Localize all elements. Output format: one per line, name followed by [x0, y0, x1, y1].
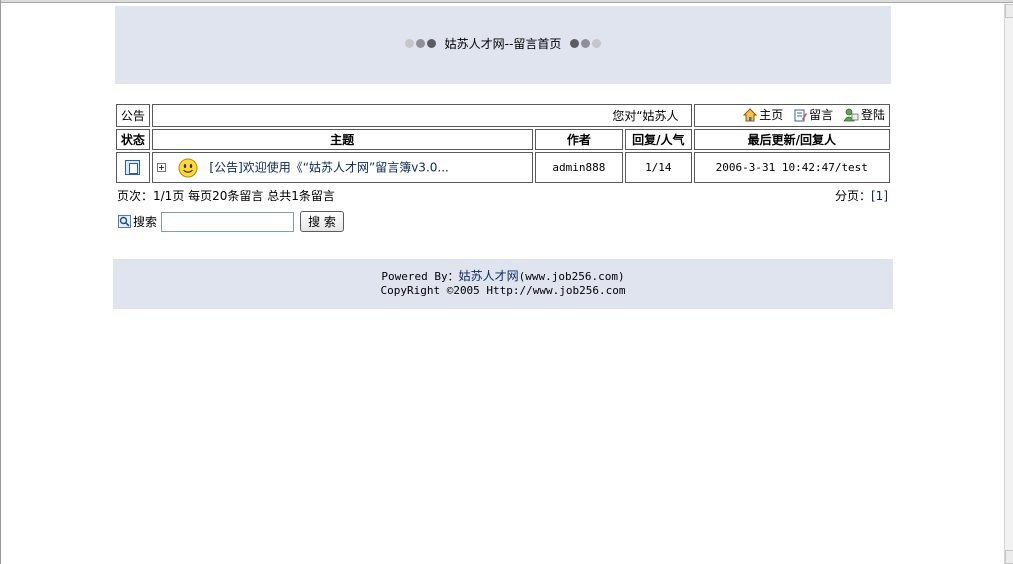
topic-link[interactable]: [公告]欢迎使用《“姑苏人才网”留言簿v3.0...: [209, 160, 448, 174]
pager-pages: 分页：[1]: [760, 187, 888, 204]
nav-home-link[interactable]: 主页: [743, 106, 783, 123]
nav-compose-label: 留言: [809, 108, 834, 123]
page-title: 姑苏人才网--留言首页: [444, 36, 562, 51]
scroll-up-button[interactable]: [1005, 4, 1013, 18]
announcement-bar: 公告 您对“姑苏人 主页 留言 登陆: [116, 104, 890, 127]
dot-icon: [426, 38, 436, 48]
column-header-topic: 主题: [151, 129, 533, 150]
status-cell: [116, 152, 150, 183]
home-icon: [743, 108, 758, 122]
vertical-scrollbar[interactable]: [1004, 4, 1013, 564]
compose-icon: [794, 109, 808, 122]
nav-login-label: 登陆: [860, 108, 885, 123]
announcement-marquee: 您对“姑苏人: [151, 104, 692, 127]
nav-login-link[interactable]: 登陆: [843, 106, 885, 123]
powered-prefix: Powered By：: [381, 270, 459, 283]
column-header-last-update: 最后更新/回复人: [693, 129, 890, 150]
footer-powered: Powered By：姑苏人才网(www.job256.com): [113, 267, 893, 284]
search-label: 搜索: [133, 215, 158, 229]
column-header-author: 作者: [534, 129, 624, 150]
column-header-status: 状态: [116, 129, 150, 150]
window-left-border: [0, 0, 1, 564]
footer-brand-url: (www.job256.com): [518, 270, 625, 283]
login-icon: [843, 108, 859, 122]
guestbook-table: 公告 您对“姑苏人 主页 留言 登陆 状态 主题 作者 回复/人气 最后更新/回…: [114, 102, 892, 185]
topic-cell: [公告]欢迎使用《“姑苏人才网”留言簿v3.0...: [151, 152, 533, 183]
dot-icon: [404, 38, 414, 48]
dot-icon: [592, 38, 602, 48]
table-row[interactable]: [公告]欢迎使用《“姑苏人才网”留言簿v3.0... admin888 1/14…: [116, 152, 890, 183]
announcement-label: 公告: [116, 104, 150, 127]
last-update-cell: 2006-3-31 10:42:47/test: [693, 152, 890, 183]
pager-summary: 页次：1/1页 每页20条留言 总共1条留言: [117, 189, 335, 203]
dot-icon: [581, 38, 591, 48]
search-button[interactable]: 搜 索: [300, 211, 345, 232]
smiley-icon: [178, 158, 198, 177]
expand-icon[interactable]: [156, 163, 166, 172]
reply-views-cell: 1/14: [625, 152, 692, 183]
column-header-reply-views: 回复/人气: [625, 129, 692, 150]
nav-home-label: 主页: [759, 108, 784, 123]
dot-icon: [570, 38, 580, 48]
header-banner: 姑苏人才网--留言首页: [115, 6, 891, 84]
footer-copyright: CopyRight ©2005 Http://www.job256.com: [380, 284, 626, 297]
scroll-down-button[interactable]: [1005, 550, 1013, 564]
footer-brand-link[interactable]: 姑苏人才网: [459, 269, 519, 283]
search-bar: 搜索 搜 索: [118, 211, 345, 232]
pager-label: 分页：: [834, 189, 871, 203]
search-input[interactable]: [161, 211, 295, 232]
page: 姑苏人才网--留言首页 公告 您对“姑苏人 主页 留言 登陆 状态 主题 作者 …: [0, 0, 1013, 564]
document-icon: [125, 160, 141, 175]
table-header-row: 状态 主题 作者 回复/人气 最后更新/回复人: [116, 129, 890, 150]
nav-links: 主页 留言 登陆: [693, 104, 890, 127]
footer: Powered By：姑苏人才网(www.job256.com) CopyRig…: [113, 259, 893, 309]
page-link[interactable]: [1]: [871, 189, 888, 203]
search-icon: [118, 215, 131, 228]
nav-compose-link[interactable]: 留言: [793, 106, 833, 123]
window-top-border: [0, 0, 1013, 3]
author-cell: admin888: [534, 152, 624, 183]
dot-icon: [415, 38, 425, 48]
